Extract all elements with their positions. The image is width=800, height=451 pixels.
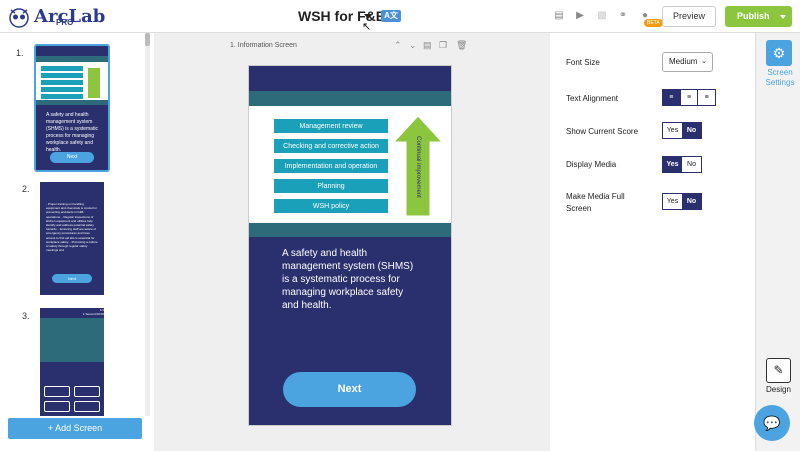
slide-thumbnail-3[interactable]: 1/1 1 Second 00:00	[40, 308, 104, 416]
font-size-value: Medium	[669, 57, 698, 66]
owl-logo-icon	[9, 8, 29, 28]
toggle-yes[interactable]: Yes	[663, 194, 682, 209]
text-alignment-label: Text Alignment	[566, 94, 619, 103]
arrow-label: Continual improvement	[415, 136, 421, 198]
chevron-down-icon[interactable]	[364, 14, 372, 19]
copy-icon[interactable]: ❐	[439, 40, 447, 51]
media-band-top	[249, 91, 451, 106]
project-title[interactable]: WSH for F&B	[298, 8, 386, 24]
thumbnail-next-button: Next	[52, 274, 92, 283]
top-bar: ArcLab PRO WSH for F&B ↖ A文 ▤ ▶ ▩ ⚭ ● BE…	[0, 0, 800, 33]
thumbnail-text: A safety and health management system (S…	[46, 112, 98, 153]
slide-thumbnail-1[interactable]: A safety and health management system (S…	[34, 44, 110, 172]
slide-thumbnail-2[interactable]: - Proper training on handling equipment …	[40, 182, 104, 295]
toggle-yes[interactable]: Yes	[663, 157, 682, 172]
display-media-label: Display Media	[566, 160, 617, 169]
font-size-select[interactable]: Medium ⌄	[662, 52, 713, 72]
chat-icon[interactable]: 💬	[754, 405, 790, 441]
thumbnail-header: 1/1 1 Second 00:00	[82, 308, 104, 316]
save-icon[interactable]: ▤	[553, 10, 565, 22]
screen-preview: Management review Checking and correctiv…	[248, 65, 452, 426]
link-icon[interactable]: ⚭	[617, 10, 629, 22]
diagram-box: Planning	[273, 178, 389, 194]
thumbnail-next-button: Next	[50, 152, 94, 163]
screen-label: 1. Information Screen	[230, 42, 297, 49]
chevron-down-icon[interactable]: ⌄	[409, 40, 417, 51]
cursor-icon: ↖	[362, 21, 372, 33]
gear-icon[interactable]: ⚙	[766, 40, 792, 66]
chevron-down-icon[interactable]	[780, 15, 786, 19]
text-alignment-group: ≡ ≡ ≡	[662, 89, 716, 106]
full-screen-label: Make Media Full Screen	[566, 192, 625, 213]
preview-button[interactable]: Preview	[662, 6, 716, 27]
toggle-yes[interactable]: Yes	[663, 123, 682, 138]
font-size-label: Font Size	[566, 58, 600, 67]
next-button[interactable]: Next	[283, 372, 416, 407]
slide-number: 3.	[22, 311, 30, 321]
media-image[interactable]: Management review Checking and correctiv…	[249, 106, 451, 223]
diagram-box: Implementation and operation	[273, 158, 389, 174]
translate-icon[interactable]: A文	[381, 10, 401, 22]
align-right-icon[interactable]: ≡	[698, 90, 715, 105]
brush-icon[interactable]: ✎	[766, 358, 791, 383]
show-score-label: Show Current Score	[566, 127, 639, 136]
align-left-icon[interactable]: ≡	[663, 90, 680, 105]
slide-number: 1.	[16, 48, 24, 58]
trash-icon[interactable]: 🗑	[456, 40, 467, 51]
slides-scrollbar-thumb[interactable]	[145, 33, 150, 46]
show-score-toggle[interactable]: Yes No	[662, 122, 702, 139]
design-label[interactable]: Design	[766, 385, 791, 394]
beta-badge: BETA	[644, 19, 663, 27]
display-media-toggle[interactable]: Yes No	[662, 156, 702, 173]
body-text[interactable]: A safety and health management system (S…	[282, 247, 422, 312]
diagram-box: WSH policy	[273, 198, 389, 214]
slides-scrollbar[interactable]	[145, 33, 150, 416]
thumbnail-text: - Proper training on handling equipment …	[46, 202, 98, 253]
publish-label: Publish	[737, 11, 770, 21]
chevron-down-icon: ⌄	[701, 58, 707, 65]
media-band-bottom	[249, 223, 451, 237]
slide-number: 2.	[22, 184, 30, 194]
align-center-icon[interactable]: ≡	[679, 90, 699, 105]
toggle-no[interactable]: No	[682, 194, 701, 209]
publish-button[interactable]: Publish	[725, 6, 792, 27]
analytics-icon[interactable]: ▩	[596, 10, 608, 22]
toggle-no[interactable]: No	[682, 157, 701, 172]
toggle-no[interactable]: No	[682, 123, 701, 138]
chevron-up-icon[interactable]: ⌃	[394, 40, 402, 51]
document-icon[interactable]: ▤	[423, 40, 432, 51]
brand-tier: PRO	[56, 18, 74, 27]
add-screen-button[interactable]: + Add Screen	[8, 418, 142, 439]
diagram-box: Checking and corrective action	[273, 138, 389, 154]
diagram-box: Management review	[273, 118, 389, 134]
screen-settings-label[interactable]: Screen Settings	[764, 68, 796, 88]
full-screen-toggle[interactable]: Yes No	[662, 193, 702, 210]
play-icon[interactable]: ▶	[574, 10, 586, 22]
